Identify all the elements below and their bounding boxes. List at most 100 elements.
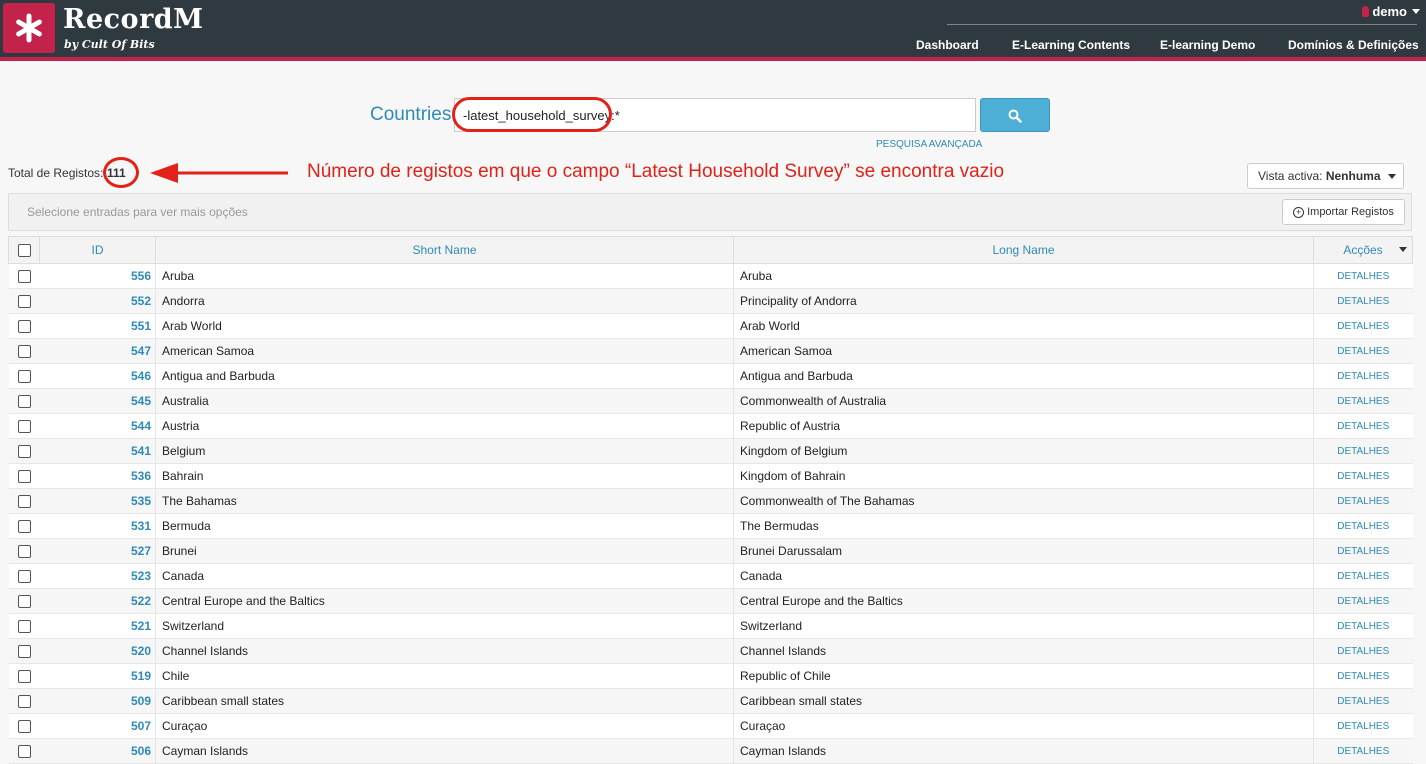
details-link[interactable]: DETALHES	[1313, 538, 1413, 564]
row-checkbox[interactable]	[17, 345, 31, 359]
table-row[interactable]: 509 Caribbean small states Caribbean small…	[8, 688, 1413, 714]
user-menu[interactable]: demo	[1362, 4, 1420, 19]
row-checkbox[interactable]	[17, 695, 31, 709]
row-checkbox[interactable]	[17, 445, 31, 459]
cell-id[interactable]: 535	[39, 488, 156, 514]
details-link[interactable]: DETALHES	[1313, 388, 1413, 414]
cell-id[interactable]: 531	[39, 513, 156, 539]
details-link[interactable]: DETALHES	[1313, 638, 1413, 664]
cell-id[interactable]: 506	[39, 738, 156, 764]
row-checkbox[interactable]	[17, 545, 31, 559]
details-link[interactable]: DETALHES	[1313, 463, 1413, 489]
search-input[interactable]	[454, 98, 976, 132]
row-checkbox[interactable]	[17, 295, 31, 309]
table-row[interactable]: 527 Brunei Brunei Darussalam DETALHES	[8, 538, 1413, 564]
row-checkbox[interactable]	[17, 595, 31, 609]
cell-id[interactable]: 522	[39, 588, 156, 614]
row-select-cell	[8, 663, 40, 689]
logo[interactable]	[3, 3, 55, 53]
table-row[interactable]: 522 Central Europe and the Baltics Central…	[8, 588, 1413, 614]
row-checkbox[interactable]	[17, 520, 31, 534]
search-button[interactable]	[980, 98, 1050, 132]
nav-elearning-contents[interactable]: E-Learning Contents	[1012, 38, 1130, 52]
advanced-search-link[interactable]: PESQUISA AVANÇADA	[876, 139, 982, 150]
nav-dominios-definicoes[interactable]: Domínios & Definições	[1288, 38, 1419, 52]
details-link[interactable]: DETALHES	[1313, 738, 1413, 764]
details-link[interactable]: DETALHES	[1313, 713, 1413, 739]
table-row[interactable]: 546 Antigua and Barbuda Antigua and Barbud…	[8, 363, 1413, 389]
row-checkbox[interactable]	[17, 495, 31, 509]
cell-id[interactable]: 544	[39, 413, 156, 439]
cell-short-name: Canada	[155, 563, 734, 589]
details-link[interactable]: DETALHES	[1313, 663, 1413, 689]
details-link[interactable]: DETALHES	[1313, 288, 1413, 314]
column-header-actions[interactable]: Acções	[1313, 236, 1413, 264]
cell-id[interactable]: 527	[39, 538, 156, 564]
details-link[interactable]: DETALHES	[1313, 488, 1413, 514]
column-header-id[interactable]: ID	[39, 236, 156, 264]
cell-id[interactable]: 545	[39, 388, 156, 414]
table-row[interactable]: 523 Canada Canada DETALHES	[8, 563, 1413, 589]
table-row[interactable]: 556 Aruba Aruba DETALHES	[8, 263, 1413, 289]
details-link[interactable]: DETALHES	[1313, 513, 1413, 539]
details-link[interactable]: DETALHES	[1313, 563, 1413, 589]
details-link[interactable]: DETALHES	[1313, 313, 1413, 339]
cell-id[interactable]: 519	[39, 663, 156, 689]
column-header-short-name[interactable]: Short Name	[155, 236, 734, 264]
cell-id[interactable]: 520	[39, 638, 156, 664]
details-link[interactable]: DETALHES	[1313, 338, 1413, 364]
row-checkbox[interactable]	[17, 670, 31, 684]
details-link[interactable]: DETALHES	[1313, 263, 1413, 289]
chevron-down-icon[interactable]	[1399, 247, 1407, 252]
table-row[interactable]: 544 Austria Republic of Austria DETALHES	[8, 413, 1413, 439]
column-header-long-name[interactable]: Long Name	[733, 236, 1314, 264]
row-select-cell	[8, 563, 40, 589]
details-link[interactable]: DETALHES	[1313, 688, 1413, 714]
cell-id[interactable]: 551	[39, 313, 156, 339]
row-checkbox[interactable]	[17, 370, 31, 384]
table-row[interactable]: 531 Bermuda The Bermudas DETALHES	[8, 513, 1413, 539]
details-link[interactable]: DETALHES	[1313, 588, 1413, 614]
table-row[interactable]: 541 Belgium Kingdom of Belgium DETALHES	[8, 438, 1413, 464]
table-row[interactable]: 536 Bahrain Kingdom of Bahrain DETALHES	[8, 463, 1413, 489]
details-link[interactable]: DETALHES	[1313, 413, 1413, 439]
nav-dashboard[interactable]: Dashboard	[916, 38, 979, 52]
select-all-checkbox[interactable]	[17, 244, 31, 258]
table-row[interactable]: 507 Curaçao Curaçao DETALHES	[8, 713, 1413, 739]
table-row[interactable]: 521 Switzerland Switzerland DETALHES	[8, 613, 1413, 639]
row-checkbox[interactable]	[17, 320, 31, 334]
table-row[interactable]: 506 Cayman Islands Cayman Islands DETALHES	[8, 738, 1413, 764]
table-row[interactable]: 547 American Samoa American Samoa DETALHES	[8, 338, 1413, 364]
table-row[interactable]: 545 Australia Commonwealth of Australia DET…	[8, 388, 1413, 414]
details-link[interactable]: DETALHES	[1313, 613, 1413, 639]
row-checkbox[interactable]	[17, 395, 31, 409]
cell-id[interactable]: 547	[39, 338, 156, 364]
cell-id[interactable]: 523	[39, 563, 156, 589]
details-link[interactable]: DETALHES	[1313, 438, 1413, 464]
row-checkbox[interactable]	[17, 645, 31, 659]
table-row[interactable]: 535 The Bahamas Commonwealth of The Bahama…	[8, 488, 1413, 514]
cell-id[interactable]: 521	[39, 613, 156, 639]
cell-id[interactable]: 507	[39, 713, 156, 739]
row-checkbox[interactable]	[17, 745, 31, 759]
cell-id[interactable]: 556	[39, 263, 156, 289]
cell-id[interactable]: 552	[39, 288, 156, 314]
table-row[interactable]: 520 Channel Islands Channel Islands DETALHE…	[8, 638, 1413, 664]
row-checkbox[interactable]	[17, 470, 31, 484]
table-row[interactable]: 519 Chile Republic of Chile DETALHES	[8, 663, 1413, 689]
row-checkbox[interactable]	[17, 270, 31, 284]
cell-id[interactable]: 536	[39, 463, 156, 489]
row-checkbox[interactable]	[17, 570, 31, 584]
row-checkbox[interactable]	[17, 420, 31, 434]
cell-id[interactable]: 509	[39, 688, 156, 714]
cell-id[interactable]: 541	[39, 438, 156, 464]
row-checkbox[interactable]	[17, 620, 31, 634]
cell-id[interactable]: 546	[39, 363, 156, 389]
row-checkbox[interactable]	[17, 720, 31, 734]
import-records-button[interactable]: + Importar Registos	[1282, 199, 1405, 225]
active-view-dropdown[interactable]: Vista activa: Nenhuma	[1247, 163, 1404, 189]
table-row[interactable]: 552 Andorra Principality of Andorra DETALHE…	[8, 288, 1413, 314]
details-link[interactable]: DETALHES	[1313, 363, 1413, 389]
nav-elearning-demo[interactable]: E-learning Demo	[1160, 38, 1255, 52]
table-row[interactable]: 551 Arab World Arab World DETALHES	[8, 313, 1413, 339]
